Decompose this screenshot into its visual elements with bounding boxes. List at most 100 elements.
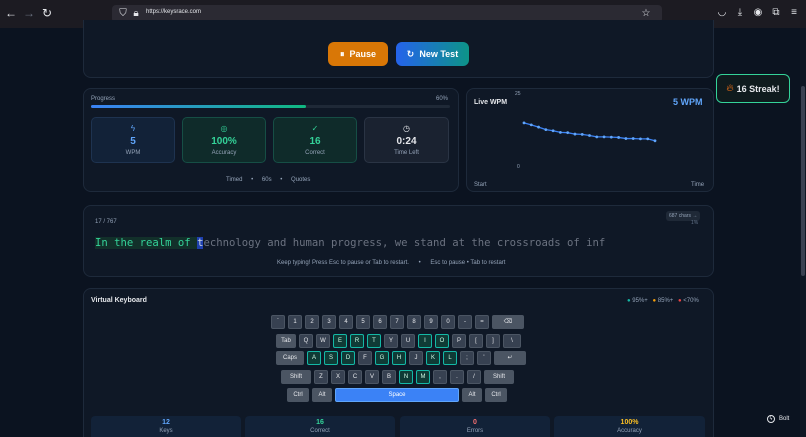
bottom-stat-label: Errors (466, 428, 484, 434)
key-7[interactable]: 7 (390, 315, 404, 329)
key-0[interactable]: 0 (441, 315, 455, 329)
bottom-stat-label: Correct (310, 428, 330, 434)
bottom-stat-label: Accuracy (617, 428, 642, 434)
wpm-point (639, 137, 642, 141)
key-s[interactable]: S (324, 351, 338, 365)
remaining-text: echnology and human progress, we stand a… (203, 237, 606, 249)
keyboard-legend: ● 95%+ ● 85%+ ● <70% (627, 298, 699, 304)
bottom-stat-label: Keys (159, 428, 173, 434)
key-b[interactable]: B (382, 370, 396, 384)
wpm-point (551, 129, 555, 133)
key-z[interactable]: Z (314, 370, 328, 384)
key-/[interactable]: / (467, 370, 481, 384)
key-h[interactable]: H (392, 351, 406, 365)
key-[[interactable]: [ (469, 334, 483, 348)
key-alt[interactable]: Alt (462, 388, 482, 402)
key-p[interactable]: P (452, 334, 466, 348)
key-x[interactable]: X (331, 370, 345, 384)
wpm-point (580, 132, 584, 136)
key-'[interactable]: ' (477, 351, 491, 365)
key-5[interactable]: 5 (356, 315, 370, 329)
legend-high: 95%+ (632, 298, 648, 304)
wpm-point (595, 135, 599, 139)
key-2[interactable]: 2 (305, 315, 319, 329)
typing-hint: Keep typing! Press Esc to pause or Tab t… (277, 260, 506, 266)
wpm-point (529, 123, 533, 127)
key--[interactable]: - (458, 315, 472, 329)
key-tab[interactable]: Tab (276, 334, 296, 348)
key-3[interactable]: 3 (322, 315, 336, 329)
key-alt[interactable]: Alt (312, 388, 332, 402)
key-4[interactable]: 4 (339, 315, 353, 329)
key-o[interactable]: O (435, 334, 449, 348)
bottom-stat-accuracy: 100% Accuracy (554, 416, 705, 437)
bolt-label: Bolt (779, 416, 790, 422)
key-,[interactable]: , (433, 370, 447, 384)
key-.[interactable]: . (450, 370, 464, 384)
wpm-point (537, 125, 540, 129)
wpm-point (588, 134, 591, 137)
wpm-point (566, 131, 570, 135)
key-f[interactable]: F (358, 351, 372, 365)
key-1[interactable]: 1 (288, 315, 302, 329)
bottom-stat-keys: 12 Keys (91, 416, 241, 437)
legend-mid: 85%+ (657, 298, 674, 304)
char-counter: 17 / 767 (95, 219, 117, 225)
key-n[interactable]: N (399, 370, 413, 384)
bottom-stat-value: 0 (473, 419, 477, 426)
key-r[interactable]: R (350, 334, 364, 348)
key-9[interactable]: 9 (424, 315, 438, 329)
key-ctrl[interactable]: Ctrl (485, 388, 507, 402)
percent-small: 1% (691, 220, 699, 226)
key-`[interactable]: ` (271, 315, 285, 329)
wpm-point (558, 131, 562, 134)
bottom-stat-correct: 16 Correct (245, 416, 395, 437)
key-d[interactable]: D (341, 351, 355, 365)
key-6[interactable]: 6 (373, 315, 387, 329)
key-caps[interactable]: Caps (276, 351, 304, 365)
key-8[interactable]: 8 (407, 315, 421, 329)
key-a[interactable]: A (307, 351, 321, 365)
key-i[interactable]: I (418, 334, 432, 348)
bolt-icon: ϟ (767, 415, 775, 423)
key-\[interactable]: \ (503, 334, 521, 348)
wpm-point (646, 137, 650, 141)
key-shift[interactable]: Shift (281, 370, 311, 384)
bottom-stat-errors: 0 Errors (400, 416, 550, 437)
key-g[interactable]: G (375, 351, 389, 365)
wpm-point (522, 121, 526, 125)
key-shift[interactable]: Shift (484, 370, 514, 384)
legend-low: <70% (683, 298, 699, 304)
key-l[interactable]: L (443, 351, 457, 365)
wpm-point (609, 135, 613, 139)
key-y[interactable]: Y (384, 334, 398, 348)
hint-shortcuts: Esc to pause • Tab to restart (430, 260, 506, 266)
wpm-series-line (523, 122, 656, 142)
wpm-point (544, 128, 548, 132)
wpm-point (617, 136, 621, 139)
key-j[interactable]: J (409, 351, 423, 365)
key-=[interactable]: = (475, 315, 489, 329)
key-v[interactable]: V (365, 370, 379, 384)
key-e[interactable]: E (333, 334, 347, 348)
key-ctrl[interactable]: Ctrl (287, 388, 309, 402)
key-t[interactable]: T (367, 334, 381, 348)
typed-text: In the realm of (95, 237, 198, 249)
bottom-stat-value: 16 (316, 419, 324, 426)
key-k[interactable]: K (426, 351, 440, 365)
bolt-badge[interactable]: ϟ Bolt (767, 415, 789, 423)
key-c[interactable]: C (348, 370, 362, 384)
wpm-point (573, 132, 577, 136)
wpm-point (624, 137, 628, 140)
key-;[interactable]: ; (460, 351, 474, 365)
key-⌫[interactable]: ⌫ (492, 315, 524, 329)
key-][interactable]: ] (486, 334, 500, 348)
typing-text[interactable]: In the realm of technology and human pro… (95, 236, 605, 250)
key-↵[interactable]: ↵ (494, 351, 526, 365)
key-space[interactable]: Space (335, 388, 459, 402)
key-q[interactable]: Q (299, 334, 313, 348)
key-m[interactable]: M (416, 370, 430, 384)
key-w[interactable]: W (316, 334, 330, 348)
wpm-point (602, 135, 606, 139)
key-u[interactable]: U (401, 334, 415, 348)
